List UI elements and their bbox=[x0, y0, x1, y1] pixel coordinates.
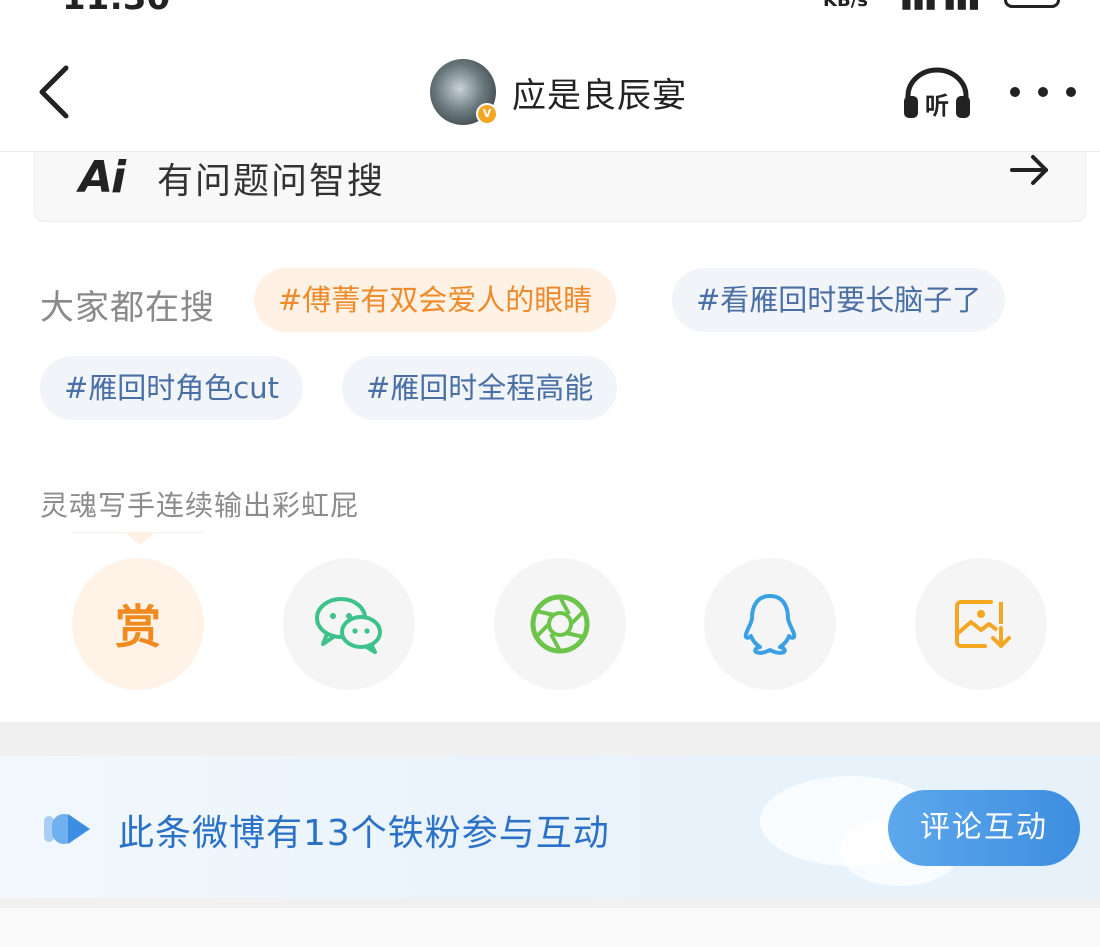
save-image-icon bbox=[955, 600, 1011, 648]
share-wechat-button[interactable] bbox=[283, 558, 415, 690]
author-name[interactable]: 应是良辰宴 bbox=[512, 68, 687, 117]
status-time: 11:30 bbox=[62, 0, 170, 14]
network-speed: KB/s bbox=[823, 0, 868, 11]
next-card-edge bbox=[0, 908, 1100, 947]
trending-tag[interactable]: #雁回时角色cut bbox=[40, 356, 303, 420]
reward-icon: 赏 bbox=[115, 600, 161, 654]
trending-tag[interactable]: #雁回时全程高能 bbox=[342, 356, 618, 420]
tooltip-pointer bbox=[124, 532, 156, 545]
reward-slogan: 灵魂写手连续输出彩虹屁 bbox=[40, 489, 360, 522]
qq-icon bbox=[743, 594, 797, 655]
ai-search-prompt: 有问题问智搜 bbox=[157, 161, 386, 202]
verified-badge-icon: V bbox=[476, 103, 498, 125]
section-divider bbox=[0, 722, 1100, 758]
share-qq-button[interactable] bbox=[704, 558, 836, 690]
avatar[interactable]: V bbox=[430, 59, 498, 125]
trending-tag[interactable]: #傅菁有双会爱人的眼睛 bbox=[254, 268, 617, 332]
back-arrow-icon[interactable] bbox=[34, 62, 78, 122]
ai-logo: Ai bbox=[79, 152, 126, 203]
fans-interaction-banner[interactable]: 此条微博有13个铁粉参与互动 评论互动 bbox=[0, 756, 1100, 898]
headphones-icon[interactable]: 听 bbox=[902, 66, 972, 122]
comment-interact-button[interactable]: 评论互动 bbox=[888, 790, 1080, 866]
trending-tag[interactable]: #看雁回时要长脑子了 bbox=[672, 268, 1006, 332]
reward-button[interactable]: 赏 bbox=[72, 558, 204, 690]
fans-badge-icon bbox=[44, 812, 92, 846]
ai-search-bar[interactable]: Ai 有问题问智搜 bbox=[34, 152, 1086, 222]
signal-icon: ▮▮▮ ▮▮▮ bbox=[900, 0, 980, 13]
save-image-button[interactable] bbox=[915, 558, 1047, 690]
listen-label: 听 bbox=[925, 92, 949, 120]
author-info[interactable]: V 应是良辰宴 bbox=[430, 58, 687, 126]
more-dot bbox=[1038, 87, 1048, 97]
fans-interaction-text: 此条微博有13个铁粉参与互动 bbox=[118, 813, 610, 854]
more-dot bbox=[1066, 87, 1076, 97]
share-moments-button[interactable] bbox=[494, 558, 626, 690]
status-bar: 11:30 KB/s ▮▮▮ ▮▮▮ bbox=[0, 0, 1100, 14]
more-dot bbox=[1010, 87, 1020, 97]
arrow-right-icon[interactable] bbox=[1009, 152, 1051, 188]
more-dots-icon[interactable] bbox=[1010, 78, 1076, 106]
trending-label: 大家都在搜 bbox=[40, 288, 215, 328]
wechat-icon bbox=[315, 597, 382, 654]
battery-icon bbox=[1004, 0, 1060, 8]
nav-header: V 应是良辰宴 听 bbox=[0, 40, 1100, 152]
moments-icon bbox=[530, 594, 590, 654]
